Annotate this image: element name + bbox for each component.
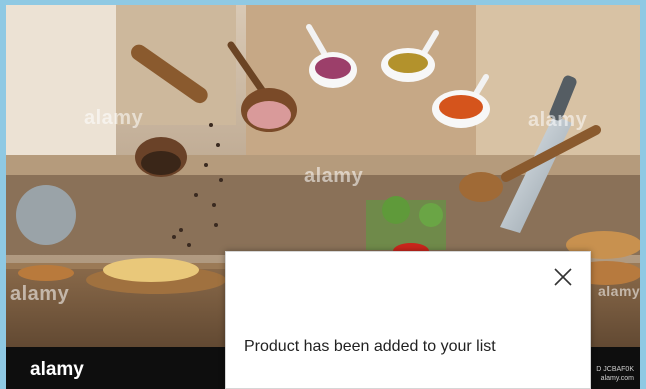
close-icon[interactable] xyxy=(552,266,574,288)
stock-credit-site: alamy.com xyxy=(600,375,634,382)
notification-message: Product has been added to your list xyxy=(244,338,496,355)
watermark: alamy xyxy=(304,165,364,187)
watermark: alamy xyxy=(10,283,70,305)
close-button[interactable] xyxy=(552,266,574,288)
stock-credit: D JCBAF0K alamy.com xyxy=(584,365,634,383)
watermark: alamy xyxy=(84,107,144,129)
added-to-list-notification: Product has been added to your list xyxy=(225,251,591,389)
stock-credit-id: D JCBAF0K xyxy=(596,366,634,373)
alamy-logo: alamy xyxy=(30,359,84,380)
watermark: alamy xyxy=(598,283,640,299)
watermark: alamy xyxy=(528,109,588,131)
